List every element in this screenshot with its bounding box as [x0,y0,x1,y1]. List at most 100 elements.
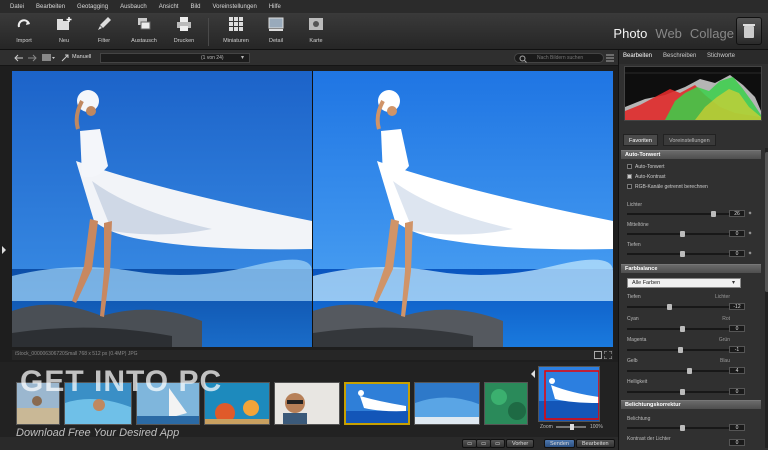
edit-button[interactable]: Bearbeiten [576,439,615,448]
spin-icon[interactable]: ◆ [747,230,753,237]
filter-brush-icon [98,17,111,30]
cyan-rot-value[interactable]: 0 [729,325,745,332]
navigator-preview[interactable] [538,366,600,422]
trash-button[interactable] [736,17,762,45]
menu-datei[interactable]: Datei [10,4,24,10]
tiefen-lichter-slider[interactable] [627,304,737,310]
color-range-select[interactable]: Alle Farben ▾ [627,278,741,288]
detail-button[interactable]: Detail [256,16,296,44]
helligkeit-slider[interactable] [627,389,737,395]
chevron-down-icon: ▾ [241,55,245,61]
tab-favoriten[interactable]: Favoriten [623,134,658,146]
tiefen-value[interactable]: 0 [729,250,745,257]
slider-label: Belichtung [627,416,651,422]
mitteltoene-slider[interactable] [627,231,737,237]
checkbox-auto-tonwert[interactable]: Auto-Tonwert [627,164,664,170]
magenta-gruen-value[interactable]: -1 [729,346,745,353]
mode-web[interactable]: Web [655,26,682,41]
mode-switcher: Photo Web Collage [613,26,734,41]
slider-label: Mitteltöne [627,222,649,228]
slider-label-left: Cyan [627,316,639,322]
menu-hilfe[interactable]: Hilfe [269,4,281,10]
import-icon [17,19,30,28]
cyan-rot-slider[interactable] [627,326,737,332]
tab-bearbeiten[interactable]: Bearbeiten [623,53,652,59]
trash-icon [743,24,755,38]
zoom-slider[interactable] [556,424,586,430]
filter-button[interactable]: Filter [84,16,124,44]
image-position-text: (1 von 24) [201,55,224,61]
section-belichtungskorrektur[interactable]: Belichtungskorrektur [621,400,761,409]
detail-view-icon [268,17,284,31]
spin-icon[interactable]: ◆ [747,210,753,217]
lichter-slider[interactable] [627,211,737,217]
belichtung-slider[interactable] [627,425,737,431]
spin-icon[interactable]: ◆ [747,250,753,257]
menu-bearbeiten[interactable]: Bearbeiten [36,4,65,10]
magenta-gruen-slider[interactable] [627,347,737,353]
map-button[interactable]: Karte [296,16,336,44]
import-button[interactable]: Import [4,16,44,44]
send-button[interactable]: Senden [544,439,575,448]
slider-label-left: Helligkeit [627,379,648,385]
belichtung-value[interactable]: 0 [729,424,745,431]
histogram [624,66,762,121]
section-farbbalance[interactable]: Farbbalance [621,264,761,273]
view-single-button[interactable]: ▭ [462,439,478,448]
sort-icon[interactable] [60,53,70,63]
mode-photo[interactable]: Photo [613,26,647,41]
menu-voreinstellungen[interactable]: Voreinstellungen [212,4,256,10]
menu-bild[interactable]: Bild [190,4,200,10]
thumbnails-button[interactable]: Miniaturen [216,16,256,44]
tab-voreinstellungen[interactable]: Voreinstellungen [663,134,716,146]
search-icon [519,55,527,63]
menu-ansicht[interactable]: Ansicht [159,4,179,10]
mitteltoene-value[interactable]: 0 [729,230,745,237]
tiefen-slider[interactable] [627,251,737,257]
mode-collage[interactable]: Collage [690,26,734,41]
lichter-value[interactable]: 26 [729,210,745,217]
watermark-subtitle: Download Free Your Desired App [16,427,180,439]
gelb-blau-value[interactable]: 4 [729,367,745,374]
before-image[interactable] [12,71,312,347]
fit-view-icon[interactable] [594,351,602,359]
menu-lines-icon[interactable] [606,54,614,62]
thumbnail[interactable] [414,382,480,425]
tiefen-lichter-value[interactable]: -12 [729,303,745,310]
kontrast-lichter-value[interactable]: 0 [729,439,745,446]
view-grid-button[interactable]: ▭ [490,439,506,448]
panel-subtabs: Favoriten Voreinstellungen [623,134,765,146]
menu-geotagging[interactable]: Geotagging [77,4,108,10]
fullscreen-icon[interactable] [604,351,612,359]
view-compare-button[interactable]: ▭ [476,439,492,448]
menu-ausbauch[interactable]: Ausbauch [120,4,147,10]
after-image[interactable] [313,71,613,347]
thumbnail[interactable] [484,382,528,425]
tab-beschreiben[interactable]: Beschreiben [663,53,696,59]
before-button[interactable]: Vorher [506,439,535,448]
helligkeit-value[interactable]: 0 [729,388,745,395]
collapse-left-icon[interactable] [1,246,7,254]
checkbox-auto-kontrast[interactable]: Auto-Kontrast [627,174,666,180]
undo-icon[interactable] [14,54,24,62]
section-title: Farbbalance [625,266,658,272]
checkbox-rgb-channels[interactable]: RGB-Kanäle getrennt berechnen [627,184,708,190]
new-folder-button[interactable]: Neu [44,16,84,44]
thumbnail[interactable] [274,382,340,425]
print-button[interactable]: Drucken [164,16,204,44]
slider-label-left: Magenta [627,337,647,343]
redo-icon[interactable] [27,54,37,62]
gelb-blau-slider[interactable] [627,368,737,374]
thumbnail-selected[interactable] [344,382,410,425]
sort-mode-label[interactable]: Manuell [72,54,91,60]
menu-bar: Datei Bearbeiten Geotagging Ausbauch Ans… [0,0,768,13]
image-position-dropdown[interactable]: (1 von 24) ▾ [100,53,250,63]
collapse-filmstrip-icon[interactable] [530,370,536,378]
thumbnails-grid-icon [229,17,243,31]
view-options-icon[interactable] [42,53,56,62]
search-input[interactable]: Nach Bildern suchen [514,53,604,63]
exchange-button[interactable]: Austausch [124,16,164,44]
tab-stichworte[interactable]: Stichworte [707,53,735,59]
slider-label-right: Grün [718,337,730,343]
section-auto-tonwert[interactable]: Auto-Tonwert [621,150,761,159]
